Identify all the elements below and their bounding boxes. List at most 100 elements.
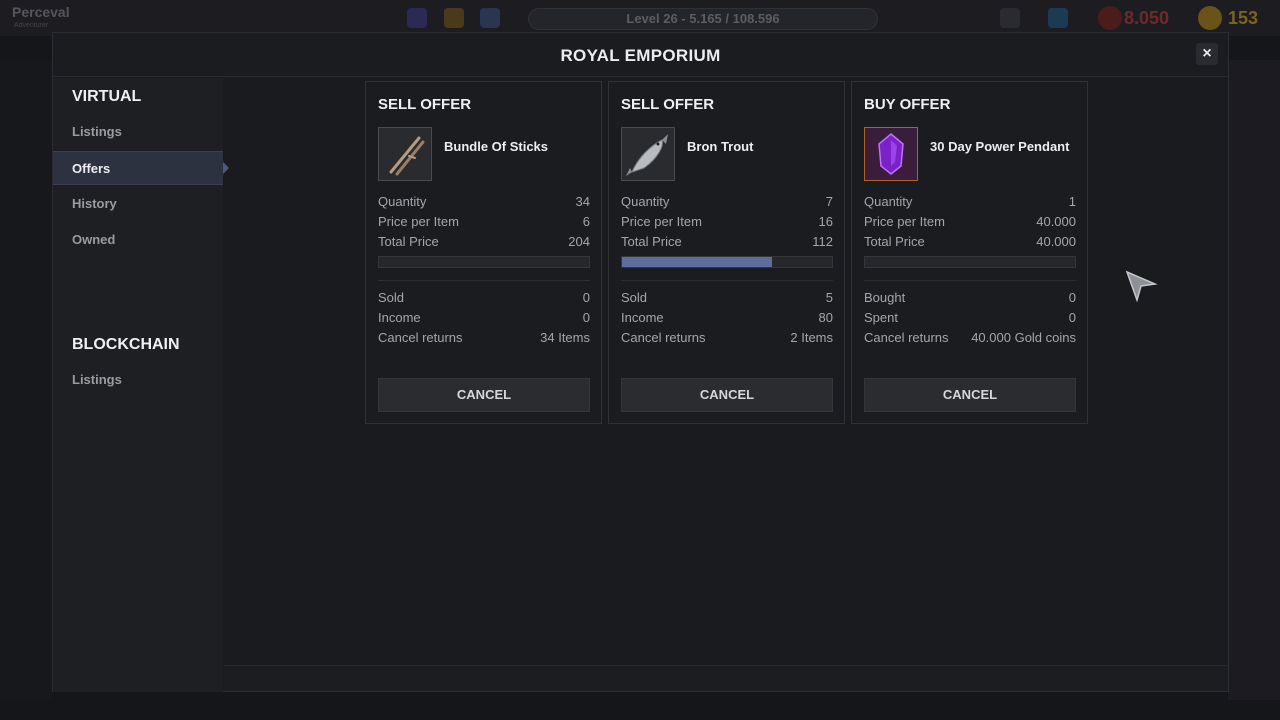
item-name: 30 Day Power Pendant: [930, 139, 1070, 154]
level-progress-bar: Level 26 - 5.165 / 108.596: [528, 8, 878, 30]
background-right-panel: [1228, 60, 1280, 700]
stat-row: Sold 5: [621, 290, 833, 308]
red-currency-amount: 8.050: [1124, 8, 1170, 28]
stat-row: Cancel returns 40.000 Gold coins: [864, 330, 1076, 348]
background-left-panel: [0, 60, 52, 700]
stat-label: Total Price: [621, 234, 682, 249]
stat-label: Quantity: [378, 194, 427, 209]
offer-progress-bar: [621, 256, 833, 268]
player-name: Perceval: [12, 4, 70, 20]
divider: [378, 280, 590, 281]
item-name: Bron Trout: [687, 139, 754, 154]
stat-row: Total Price 204: [378, 234, 590, 252]
red-currency-icon: [1098, 6, 1122, 30]
sidebar-item-offers[interactable]: Offers: [53, 151, 229, 185]
stat-row: Income 0: [378, 310, 590, 328]
offer-card: SELL OFFER Bron Trout Quantity 7 Price pe…: [608, 81, 845, 424]
divider: [864, 280, 1076, 281]
stat-value: 40.000: [1036, 214, 1076, 229]
level-text: Level 26 - 5.165 / 108.596: [626, 11, 780, 26]
offer-card: BUY OFFER 30 Day Power Pendant Quantity 1…: [851, 81, 1088, 424]
sticks-icon: [378, 127, 432, 181]
window-titlebar: ROYAL EMPORIUM ×: [53, 33, 1228, 77]
stat-value: 204: [568, 234, 590, 249]
stat-value: 34: [575, 194, 590, 209]
blockchain-header: BLOCKCHAIN: [72, 336, 180, 353]
stat-label: Cancel returns: [378, 330, 463, 345]
cancel-offer-button[interactable]: CANCEL: [621, 378, 833, 412]
cancel-offer-button[interactable]: CANCEL: [864, 378, 1076, 412]
trophy-icon: [444, 8, 464, 28]
offer-card: SELL OFFER Bundle Of Sticks Quantity 34 P…: [365, 81, 602, 424]
stat-row: Price per Item 16: [621, 214, 833, 232]
stat-label: Total Price: [864, 234, 925, 249]
quest-icon: [407, 8, 427, 28]
progress-fill: [622, 257, 772, 267]
stat-value: 0: [1068, 290, 1076, 305]
sidebar-item-listings[interactable]: Listings: [53, 115, 223, 149]
stat-row: Quantity 34: [378, 194, 590, 212]
item-name: Bundle Of Sticks: [444, 139, 549, 154]
guild-icon: [480, 8, 500, 28]
fish-icon: [621, 127, 675, 181]
stat-value: 40.000: [1036, 234, 1076, 249]
stat-label: Bought: [864, 290, 906, 305]
stat-value: 0: [582, 310, 590, 325]
stat-row: Cancel returns 2 Items: [621, 330, 833, 348]
stat-row: Income 80: [621, 310, 833, 328]
virtual-header: VIRTUAL: [72, 88, 142, 105]
stat-value: 16: [818, 214, 833, 229]
player-subtitle: Adventurer: [14, 22, 49, 29]
emporium-sidebar: VIRTUAL Listings Offers History Owned BL…: [53, 78, 229, 692]
stat-value: 7: [825, 194, 833, 209]
stat-label: Total Price: [378, 234, 439, 249]
stat-row: Sold 0: [378, 290, 590, 308]
stat-row: Quantity 7: [621, 194, 833, 212]
stat-label: Sold: [378, 290, 405, 305]
offer-type: SELL OFFER: [621, 96, 715, 113]
sidebar-item-owned[interactable]: Owned: [53, 223, 223, 257]
stat-row: Cancel returns 34 Items: [378, 330, 590, 348]
divider: [621, 280, 833, 281]
cancel-offer-button[interactable]: CANCEL: [378, 378, 590, 412]
stat-label: Quantity: [864, 194, 913, 209]
stat-value: 0: [582, 290, 590, 305]
stat-row: Price per Item 6: [378, 214, 590, 232]
gold-coin-icon: [1198, 6, 1222, 30]
gold-currency-amount: 153: [1228, 8, 1259, 28]
gem-icon: [1048, 8, 1068, 28]
stat-row: Price per Item 40.000: [864, 214, 1076, 232]
stat-label: Income: [621, 310, 664, 325]
stat-label: Sold: [621, 290, 648, 305]
window-footer: [224, 665, 1228, 691]
stat-row: Total Price 40.000: [864, 234, 1076, 252]
stat-value: 80: [818, 310, 833, 325]
stat-value: 112: [812, 234, 833, 249]
sidebar-item-history[interactable]: History: [53, 187, 223, 221]
pendant-icon: [864, 127, 918, 181]
stat-value: 2 Items: [790, 330, 833, 345]
close-button[interactable]: ×: [1196, 43, 1218, 65]
stat-row: Quantity 1: [864, 194, 1076, 212]
stat-label: Cancel returns: [864, 330, 949, 345]
window-title: ROYAL EMPORIUM: [560, 46, 721, 65]
stat-value: 40.000 Gold coins: [971, 330, 1076, 345]
cursor-icon: [1125, 270, 1159, 309]
stat-label: Spent: [864, 310, 898, 325]
stat-label: Price per Item: [864, 214, 945, 229]
stat-value: 34 Items: [540, 330, 590, 345]
stat-label: Price per Item: [621, 214, 702, 229]
stat-value: 6: [582, 214, 590, 229]
stat-row: Total Price 112: [621, 234, 833, 252]
potion-icon: [1000, 8, 1020, 28]
royal-emporium-window: ROYAL EMPORIUM × VIRTUAL Listings Offers…: [52, 32, 1229, 692]
stat-value: 0: [1068, 310, 1076, 325]
stat-label: Income: [378, 310, 421, 325]
stat-row: Bought 0: [864, 290, 1076, 308]
active-indicator-icon: [223, 162, 229, 174]
offer-progress-bar: [864, 256, 1076, 268]
stat-label: Price per Item: [378, 214, 459, 229]
offer-progress-bar: [378, 256, 590, 268]
sidebar-item-blockchain-listings[interactable]: Listings: [53, 363, 223, 397]
stat-row: Spent 0: [864, 310, 1076, 328]
